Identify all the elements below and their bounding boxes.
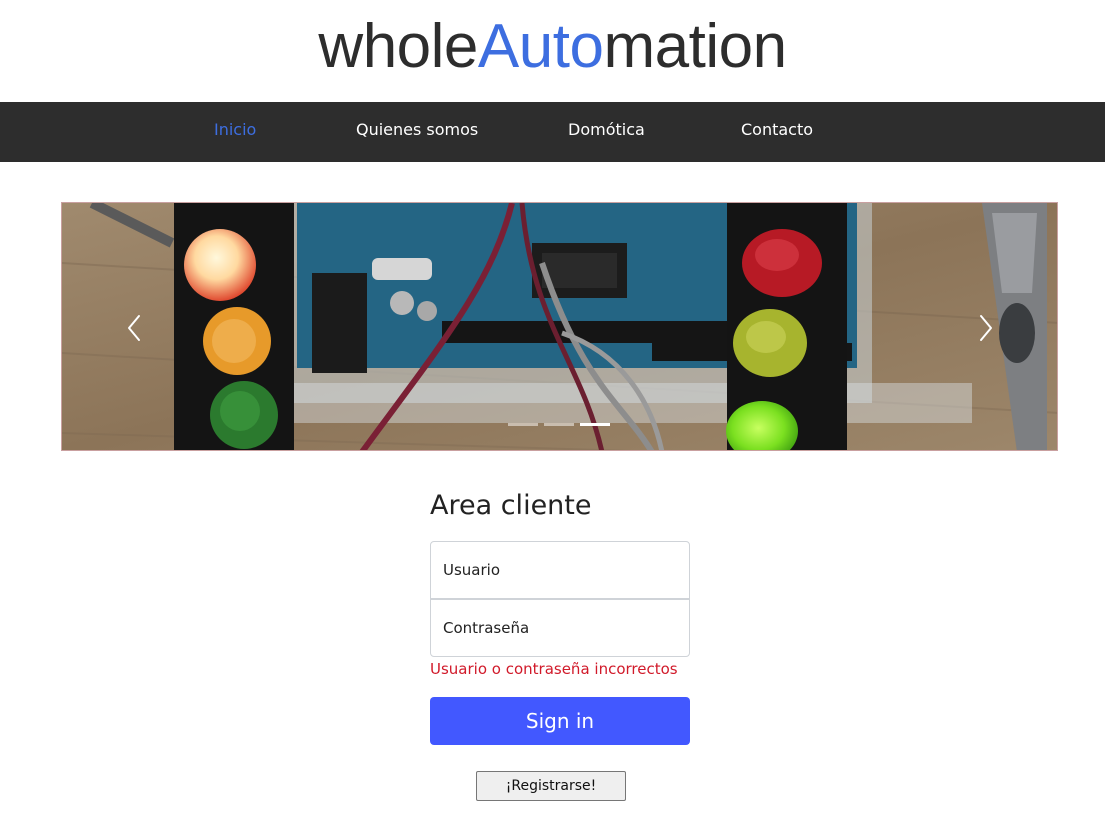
nav-item-domotica[interactable]: Domótica — [568, 102, 645, 162]
login-error-message: Usuario o contraseña incorrectos — [430, 660, 678, 678]
carousel-slide-image — [62, 203, 1057, 450]
carousel-indicator-2[interactable] — [544, 423, 574, 426]
site-logo[interactable]: wholeAutomation — [0, 0, 1105, 102]
main-navbar: Inicio Quienes somos Domótica Contacto — [0, 102, 1105, 162]
nav-item-quienes-somos[interactable]: Quienes somos — [356, 102, 478, 162]
chevron-right-icon — [980, 315, 992, 341]
chevron-left-icon — [128, 315, 140, 341]
carousel-next-button[interactable] — [970, 308, 1000, 348]
password-field[interactable] — [430, 599, 690, 657]
carousel-prev-button[interactable] — [120, 308, 150, 348]
carousel-indicator-3[interactable] — [580, 423, 610, 426]
carousel-indicator-1[interactable] — [508, 423, 538, 426]
logo-text-mation: mation — [603, 12, 787, 81]
logo-text-auto: Auto — [477, 12, 604, 81]
login-title: Area cliente — [430, 490, 592, 521]
sign-in-button[interactable]: Sign in — [430, 697, 690, 745]
nav-item-inicio[interactable]: Inicio — [214, 102, 256, 162]
carousel-indicators — [508, 422, 618, 428]
logo-text-whole: whole — [318, 12, 478, 81]
register-button[interactable]: ¡Registrarse! — [476, 771, 626, 801]
username-field[interactable] — [430, 541, 690, 599]
nav-item-contacto[interactable]: Contacto — [741, 102, 813, 162]
image-carousel — [61, 202, 1058, 451]
